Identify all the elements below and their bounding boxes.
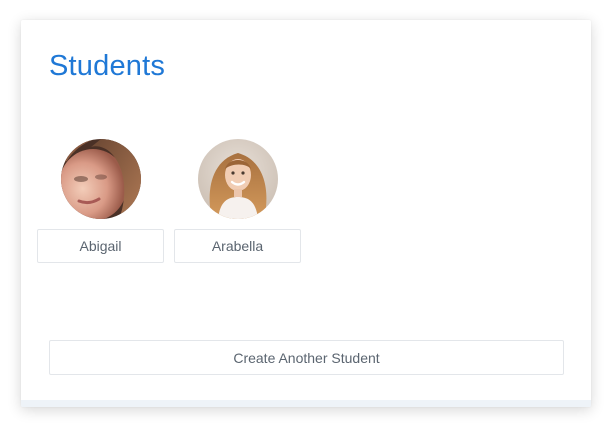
- student-item-abigail[interactable]: Abigail: [37, 139, 164, 263]
- avatar-photo-icon: [197, 139, 278, 219]
- students-card: Students Abigail Arabella Create Another…: [21, 20, 591, 407]
- student-avatar[interactable]: [60, 139, 141, 219]
- student-item-arabella[interactable]: Arabella: [174, 139, 301, 263]
- page-title: Students: [49, 50, 166, 82]
- student-name-button[interactable]: Arabella: [174, 229, 301, 263]
- card-footer: [21, 400, 591, 407]
- student-name-button[interactable]: Abigail: [37, 229, 164, 263]
- create-another-student-button[interactable]: Create Another Student: [49, 340, 564, 375]
- student-avatar[interactable]: [197, 139, 278, 219]
- avatar-photo-icon: [60, 139, 141, 219]
